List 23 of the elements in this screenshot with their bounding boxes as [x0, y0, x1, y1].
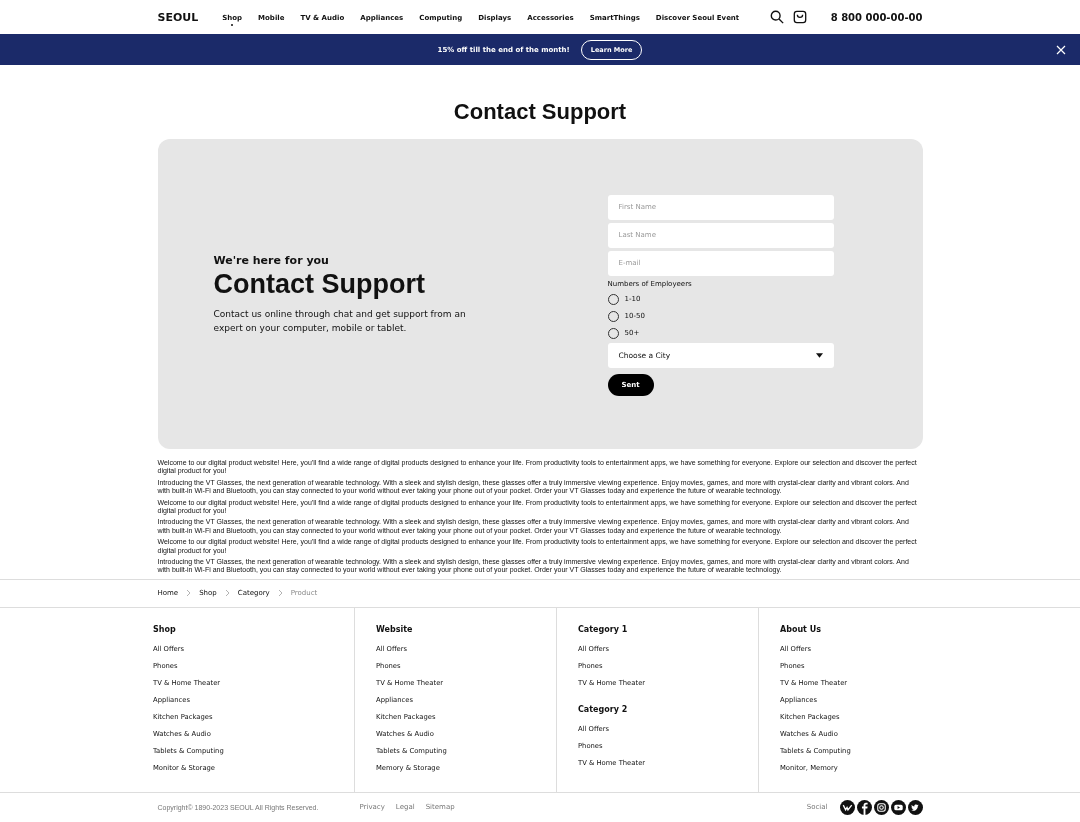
search-icon[interactable] — [769, 10, 784, 24]
footer-heading: Category 1 — [578, 624, 629, 634]
vk-icon[interactable] — [839, 799, 855, 815]
facebook-icon[interactable] — [856, 799, 872, 815]
hero-text: Contact us online through chat and get support from an expert on your computer, mobile or tablet. — [213, 307, 467, 335]
bird-icon[interactable] — [907, 799, 923, 815]
chevron-icon — [277, 589, 283, 598]
chevron-icon — [186, 589, 192, 598]
instagram-icon[interactable] — [873, 799, 889, 815]
hero-kicker: We're here for you — [213, 253, 330, 267]
hero-title: Contact Support — [213, 268, 426, 300]
chevron-icon — [224, 589, 230, 598]
footer-heading: About Us — [780, 624, 822, 634]
youtube-icon[interactable] — [890, 799, 906, 815]
caret-icon — [815, 352, 823, 358]
logo[interactable]: SEOUL — [157, 10, 199, 24]
close-icon[interactable] — [1056, 44, 1066, 55]
bag-icon[interactable] — [792, 10, 807, 24]
footer-heading: Shop — [153, 624, 177, 634]
footer-heading: Category 2 — [578, 704, 629, 714]
phone-number[interactable]: 8 800 000-00-00 — [830, 11, 923, 23]
page-title: Contact Support — [452, 99, 628, 125]
footer-heading: Website — [376, 624, 414, 634]
